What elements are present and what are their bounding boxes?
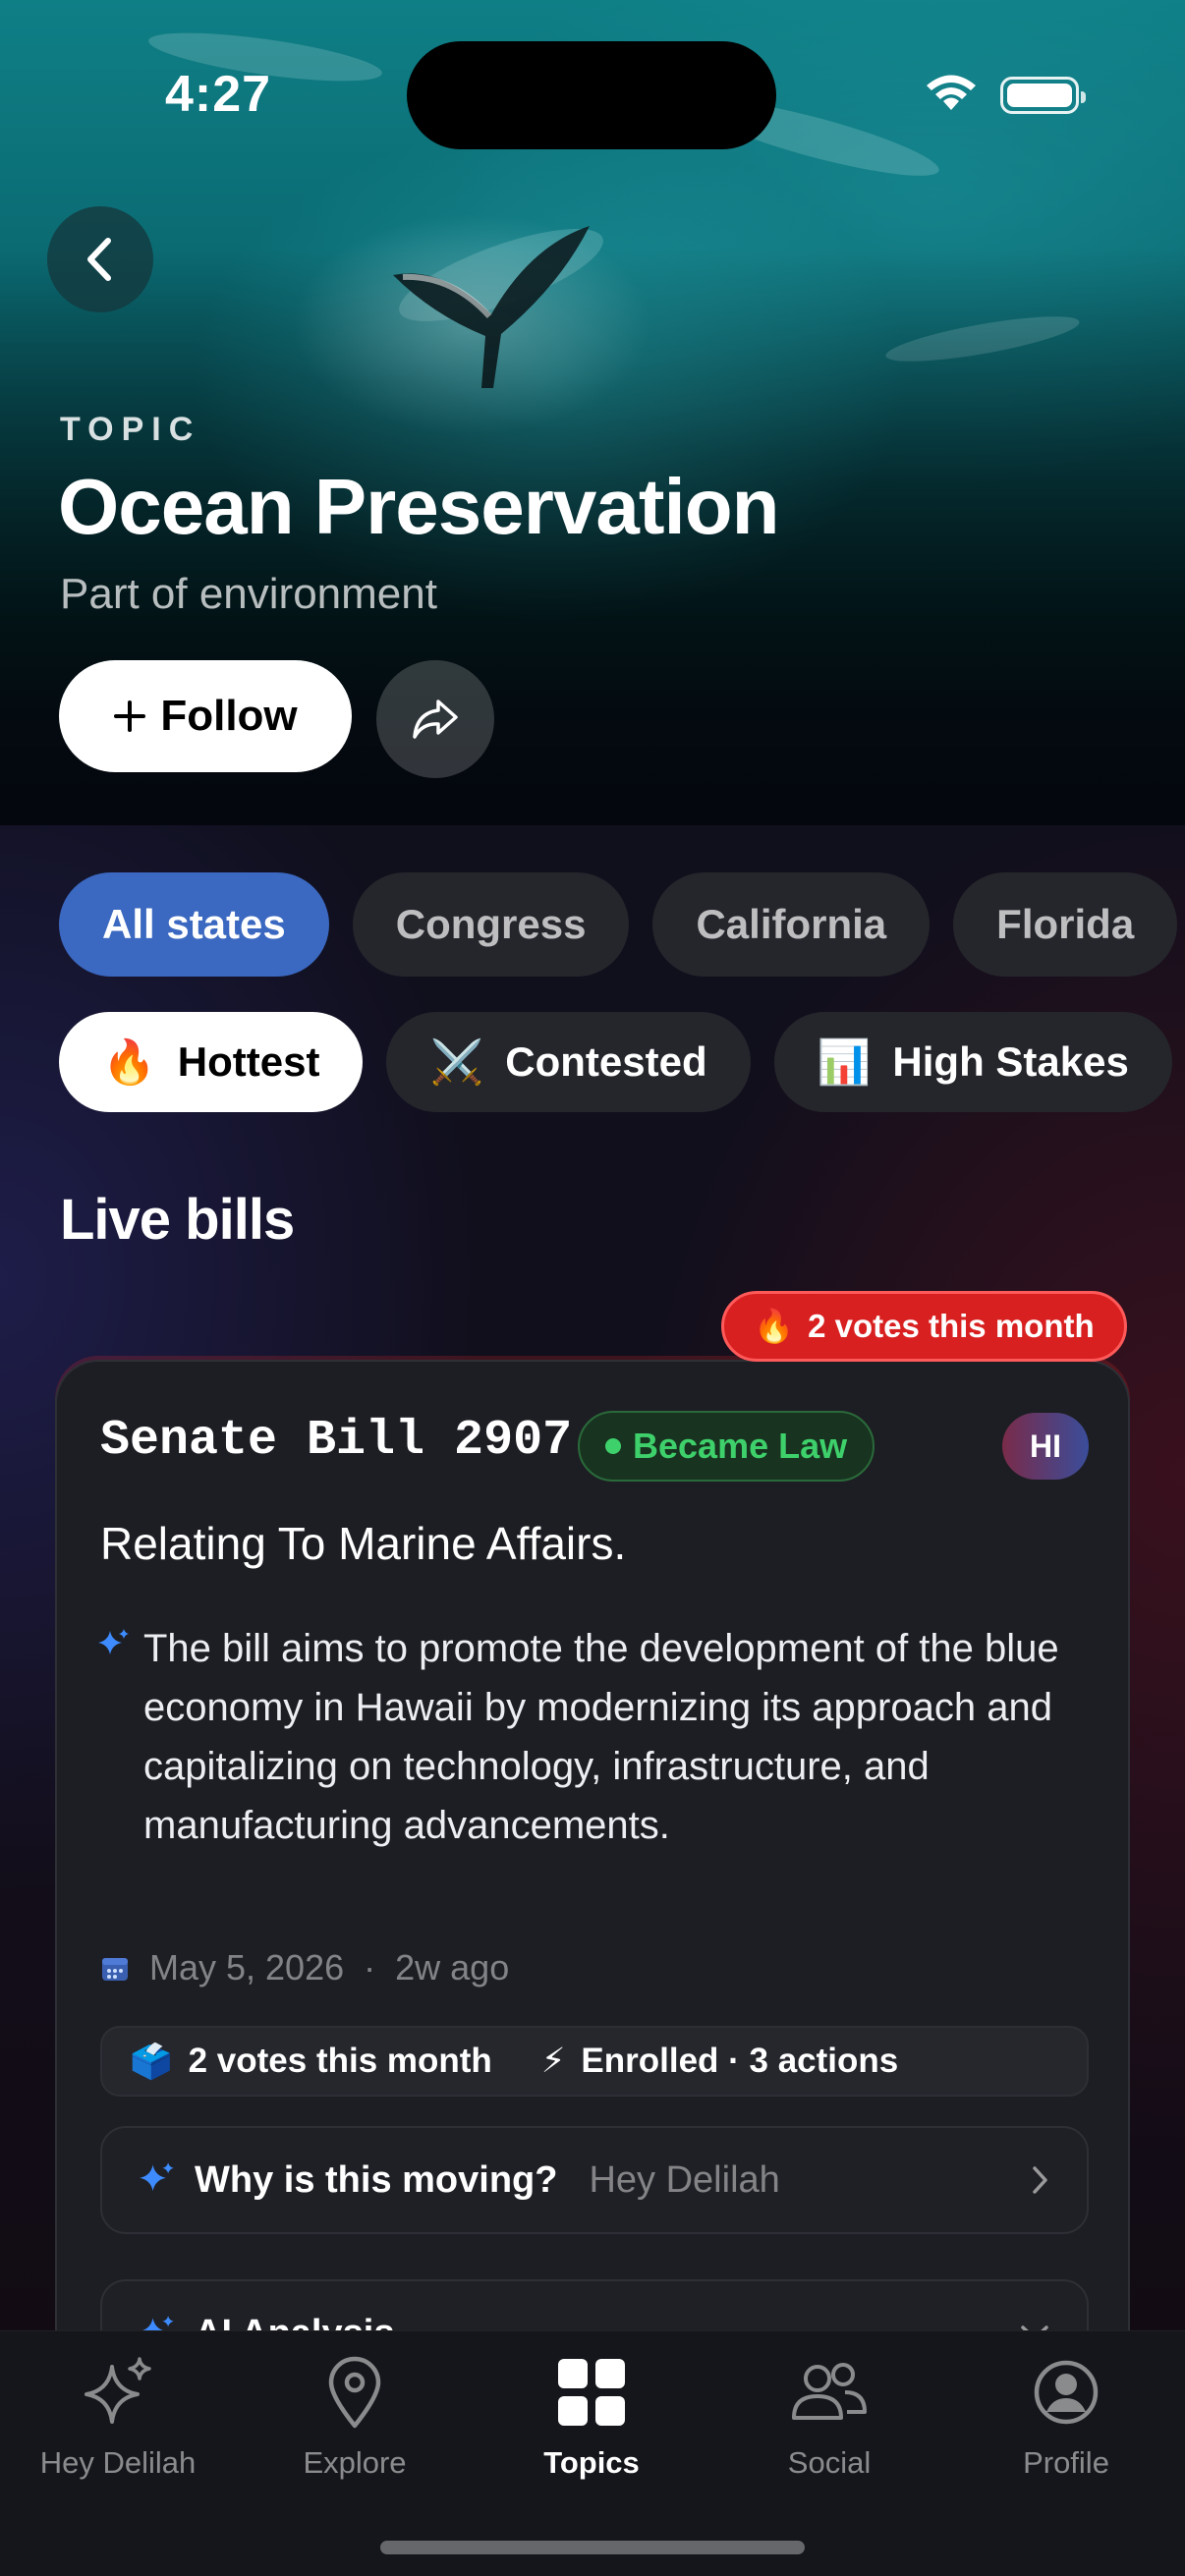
people-icon [792,2363,867,2420]
status-badge: Became Law [578,1411,875,1482]
hot-badge-label: 2 votes this month [808,1308,1095,1344]
bill-date: May 5, 2026 [149,1947,345,1988]
screen: 4:27 TOPIC Ocean Preservation Part of en… [0,0,1185,2576]
actions-stat: Enrolled · 3 actions [581,2042,899,2080]
chip-label: Florida [996,901,1135,947]
tab-label: Topics [543,2445,640,2480]
chip-congress[interactable]: Congress [352,872,630,977]
why-moving-label: Why is this moving? [195,2158,558,2201]
calendar-icon [102,1958,128,1981]
ballot-box-icon: 🗳️ [130,2042,173,2081]
chip-label: All states [102,901,286,947]
tab-explore[interactable]: Explore [237,2347,473,2481]
sparkle-icon [140,2162,174,2192]
sparkle-icon [98,1629,129,1654]
section-title: Live bills [60,1188,295,1252]
tab-label: Hey Delilah [39,2445,197,2480]
bill-summary: The bill aims to promote the development… [143,1627,1059,1847]
status-dot [605,1438,621,1454]
chip-label: California [696,901,887,947]
why-moving-sub: Hey Delilah [589,2158,780,2201]
chip-hottest[interactable]: 🔥 Hottest [59,1012,364,1112]
state-badge: HI [1002,1413,1089,1480]
plus-icon [114,700,146,732]
chevron-left-icon [87,238,111,281]
why-moving-button[interactable]: Why is this moving? Hey Delilah [100,2126,1089,2234]
chevron-right-icon [1033,2166,1047,2194]
chip-label: Hottest [177,1038,320,1085]
tab-label: Explore [303,2445,407,2480]
lightning-icon: ⚡ [540,2042,566,2080]
tab-label: Profile [1023,2445,1109,2480]
chip-florida[interactable]: Florida [953,872,1178,977]
home-indicator [380,2541,805,2554]
state-filter-row: All states Congress California Florida [59,872,1178,977]
back-button[interactable] [47,206,153,312]
separator-dot: · [364,1947,376,1988]
crossed-swords-icon: ⚔️ [429,1038,484,1087]
fire-icon: 🔥 [102,1038,156,1087]
fire-icon: 🔥 [754,1307,795,1344]
bill-number: Senate Bill 2907 [100,1413,573,1469]
chip-label: Contested [505,1038,707,1085]
topic-eyebrow: TOPIC [60,411,201,448]
topic-parent: Part of environment [60,570,437,618]
tab-hey-delilah[interactable]: Hey Delilah [0,2347,236,2481]
tab-bar: Hey Delilah Explore Topics Social Profil… [0,2330,1185,2576]
map-pin-icon [328,2356,381,2429]
share-arrow-icon [413,700,458,739]
chip-high-stakes[interactable]: 📊 High Stakes [773,1012,1172,1112]
status-time: 4:27 [165,66,272,123]
hot-badge: 🔥 2 votes this month [721,1291,1127,1362]
bill-title: Relating To Marine Affairs. [100,1518,627,1569]
tab-label: Social [787,2445,872,2480]
chip-label: Congress [395,901,587,947]
tab-social[interactable]: Social [711,2347,947,2481]
chip-california[interactable]: California [652,872,931,977]
bill-stats: 🗳️ 2 votes this month ⚡ Enrolled · 3 act… [100,2026,1089,2097]
page-title: Ocean Preservation [58,463,779,550]
date-row: May 5, 2026 · 2w ago [100,1947,509,1988]
share-button[interactable] [376,660,494,778]
battery-icon [1000,77,1086,114]
dynamic-island [407,41,776,149]
chip-label: High Stakes [892,1038,1129,1085]
grid-icon [558,2359,625,2426]
chip-contested[interactable]: ⚔️ Contested [386,1012,751,1112]
wifi-icon [927,75,976,110]
follow-label: Follow [160,692,298,740]
sparkles-icon [85,2357,151,2424]
votes-stat: 2 votes this month [188,2042,492,2080]
bar-chart-icon: 📊 [817,1038,872,1087]
sort-filter-row: 🔥 Hottest ⚔️ Contested 📊 High Stakes [59,1012,1172,1112]
tab-profile[interactable]: Profile [948,2347,1184,2481]
follow-button[interactable]: Follow [59,660,352,772]
person-circle-icon [1034,2360,1099,2425]
chip-all-states[interactable]: All states [59,872,329,977]
status-label: Became Law [633,1426,848,1466]
tab-topics[interactable]: Topics [474,2347,709,2481]
bill-relative-time: 2w ago [395,1947,510,1988]
